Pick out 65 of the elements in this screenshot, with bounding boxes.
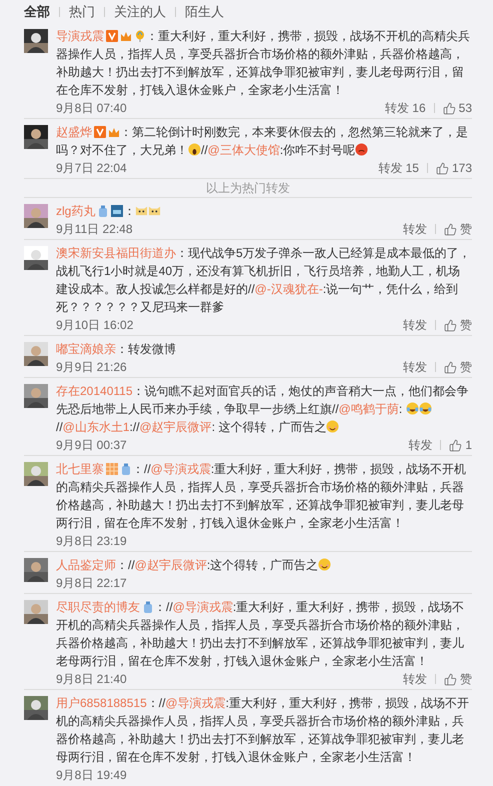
mention-link[interactable]: @赵宇辰微评 — [140, 420, 212, 434]
timestamp: 9月9日 00:37 — [56, 437, 127, 454]
like-button[interactable]: 赞 — [444, 316, 472, 334]
filter-tab[interactable]: 关注的人 — [114, 3, 166, 21]
username-link[interactable]: 北七里寨 — [56, 462, 104, 476]
like-button[interactable]: 1 — [449, 436, 472, 454]
timestamp: 9月11日 22:48 — [56, 221, 132, 238]
mention-link[interactable]: @导演戎震 — [150, 462, 211, 476]
mention-link[interactable]: @鸣鹤于荫 — [338, 402, 399, 416]
repost-link[interactable]: 转发 — [403, 670, 427, 688]
username-link[interactable]: 导演戎震 — [56, 29, 104, 43]
timestamp: 9月9日 21:26 — [56, 359, 127, 376]
thumbs-up-icon — [444, 360, 457, 374]
filter-tab[interactable]: 全部 — [24, 3, 50, 21]
comment-text: 人品鉴定师：//@赵宇辰微评:这个得转，广而告之 — [56, 558, 332, 572]
thumbs-up-icon — [436, 162, 449, 174]
mention-link[interactable]: @三体大使馆 — [208, 143, 280, 157]
comment-text: 用户6858188515：//@导演戎震:重大利好，重大利好，携带，损毁，战场不开机的高精尖兵器操作人员，指挥人员，享受兵器折合市场价格的额外津贴，兵器价格越高，补助越大！扔出去打不到解放军，还算战争罪犯被审判，妻儿老母两行泪，留在仓库不发射，打钱入退休金账户，全家老小生活富！ — [56, 696, 469, 764]
mention-link[interactable]: @山东水土1 — [62, 420, 130, 434]
comment-text: 尽职尽责的博友 ：//@导演戎震:重大利好，重大利好，携带，损毁，战场不开机的高精尖兵器操作人员，指挥人员，享受兵器折合市场价格的额外津贴，兵器价格越高，补助越大！扔出去打不到解放军，还算战争罪犯被审判，妻儿老母两行泪，留在仓库不发射，打钱入退休金账户，全家老小生活富！ — [56, 600, 464, 668]
like-button[interactable]: 赞 — [444, 670, 472, 688]
like-button[interactable]: 赞 — [444, 358, 472, 376]
thumbs-up-icon — [444, 222, 457, 236]
timestamp: 9月7日 22:04 — [56, 160, 127, 177]
thumbs-up-icon — [444, 318, 457, 332]
comment-text: 存在20140115：说句瞧不起对面官兵的话，炮仗的声音稍大一点，他们都会争先恐后地带上人民币来办手续，争取早一步绣上红旗//@鸣鹤于荫: //@山东水土1://@赵宇辰微评: 这个得转，广而告之 — [56, 384, 468, 434]
like-button[interactable]: 173 — [436, 159, 472, 177]
comment-text: 嘟宝滴娘亲：转发微博 — [56, 342, 176, 356]
thumbs-up-icon — [442, 102, 456, 114]
username-link[interactable]: zlg药丸 — [56, 204, 96, 218]
repost-link[interactable]: 转发 — [403, 316, 427, 334]
section-divider-label: 以上为热门转发 — [206, 180, 290, 197]
repost-link[interactable]: 转发 15 — [378, 159, 419, 177]
timestamp: 9月8日 19:49 — [56, 767, 127, 784]
mention-link[interactable]: @-汉魂犹在- — [254, 282, 323, 296]
username-link[interactable]: 嘟宝滴娘亲 — [56, 342, 116, 356]
like-button[interactable]: 53 — [442, 99, 472, 117]
repost-link[interactable]: 转发 — [403, 358, 427, 376]
username-link[interactable]: 尽职尽责的博友 — [56, 600, 140, 614]
timestamp: 9月8日 21:40 — [56, 671, 127, 688]
timestamp: 9月10日 16:02 — [56, 317, 134, 334]
repost-link[interactable]: 转发 16 — [384, 99, 426, 117]
comment-text: 澳宋新安县福田街道办：现代战争5万发子弹杀一敌人已经算是成本最低的了，战机飞行1小时就是40万，还没有算飞机折旧，飞行员培养，地勤人工，机场建设成本。敌人投诚怎么样都是好的//@-汉魂犹在-:说一句艹，凭什么，给到死？？？？？？又尼玛来一群爹 — [56, 246, 471, 314]
username-link[interactable]: 用户6858188515 — [56, 696, 147, 710]
username-link[interactable]: 人品鉴定师 — [56, 558, 116, 572]
comment-text: zlg药丸 ： — [56, 204, 162, 218]
repost-link[interactable]: 转发 — [408, 436, 432, 454]
repost-link[interactable]: 转发 — [403, 220, 427, 238]
comment-text: 赵盛烨 ：第二轮倒计时刚数完，本来要休假去的，忽然第三轮就来了，是吗？对不住了，大兄弟！ //@三体大使馆:你咋不封号呢 — [56, 125, 468, 157]
mention-link[interactable]: @导演戎震 — [172, 600, 233, 614]
comment-text: 导演戎震 ：重大利好，重大利好，携带，损毁，战场不开机的高精尖兵器操作人员，指挥人员，享受兵器折合市场价格的额外津贴，兵器价格越高，补助越大！扔出去打不到解放军，还算战争罪犯被审判，妻儿老母两行泪，留在仓库不发射，打钱入退休金账户，全家老小生活富！ — [56, 29, 470, 97]
filter-tab[interactable]: 陌生人 — [185, 3, 224, 21]
username-link[interactable]: 存在20140115 — [56, 384, 132, 398]
comment-text: 北七里寨 ：//@导演戎震:重大利好，重大利好，携带，损毁，战场不开机的高精尖兵器操作人员，指挥人员，享受兵器折合市场价格的额外津贴，兵器价格越高，补助越大！扔出去打不到解放军，还算战争罪犯被审判，妻儿老母两行泪，留在仓库不发射，打钱入退休金账户，全家老小生活富！ — [56, 462, 466, 530]
filter-tab[interactable]: 热门 — [69, 3, 95, 21]
timestamp: 9月8日 23:19 — [56, 533, 127, 550]
timestamp: 9月8日 07:40 — [56, 100, 127, 117]
timestamp: 9月8日 22:17 — [56, 575, 127, 592]
mention-link[interactable]: @赵宇辰微评 — [134, 558, 207, 572]
like-button[interactable]: 赞 — [444, 220, 472, 238]
username-link[interactable]: 赵盛烨 — [56, 125, 92, 139]
thumbs-up-icon — [444, 672, 457, 686]
username-link[interactable]: 澳宋新安县福田街道办 — [56, 246, 176, 260]
mention-link[interactable]: @导演戎震 — [165, 696, 226, 710]
thumbs-up-icon — [449, 438, 462, 452]
